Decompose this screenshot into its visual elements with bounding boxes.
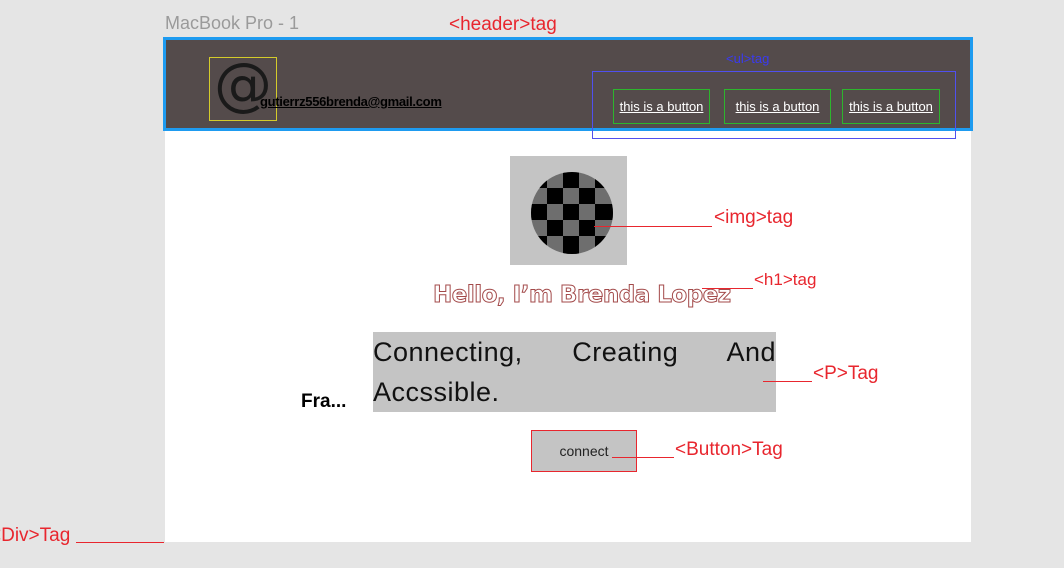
frame-title: MacBook Pro - 1: [165, 13, 300, 33]
truncated-label: Fra...: [301, 391, 347, 412]
nav-button-3[interactable]: this is a button: [842, 89, 940, 124]
div-annotation-line: [76, 542, 164, 543]
p-annotation-line: [763, 381, 812, 382]
checkered-circle-icon: [531, 172, 613, 254]
nav-button-2[interactable]: this is a button: [724, 89, 831, 124]
intro-paragraph: Connecting, Creating And Accssible.: [373, 332, 776, 412]
header-annotation: <header>tag: [449, 14, 557, 35]
email-link[interactable]: gutierrz556brenda@gmail.com: [260, 94, 442, 109]
button-annotation: <Button>Tag: [675, 439, 783, 460]
h1-annotation: <h1>tag: [754, 270, 817, 289]
div-annotation: <Div>Tag: [0, 525, 71, 546]
page-heading: Hello, I’m Brenda Lopez: [433, 282, 732, 309]
profile-image: [510, 156, 627, 265]
button-annotation-line: [612, 457, 674, 458]
ul-annotation: <ul>tag: [726, 51, 770, 66]
img-annotation: <img>tag: [714, 207, 794, 228]
connect-button[interactable]: connect: [531, 430, 637, 472]
img-annotation-line: [594, 226, 712, 227]
p-annotation: <P>Tag: [813, 363, 879, 384]
nav-button-1[interactable]: this is a button: [613, 89, 710, 124]
h1-annotation-line: [702, 288, 753, 289]
